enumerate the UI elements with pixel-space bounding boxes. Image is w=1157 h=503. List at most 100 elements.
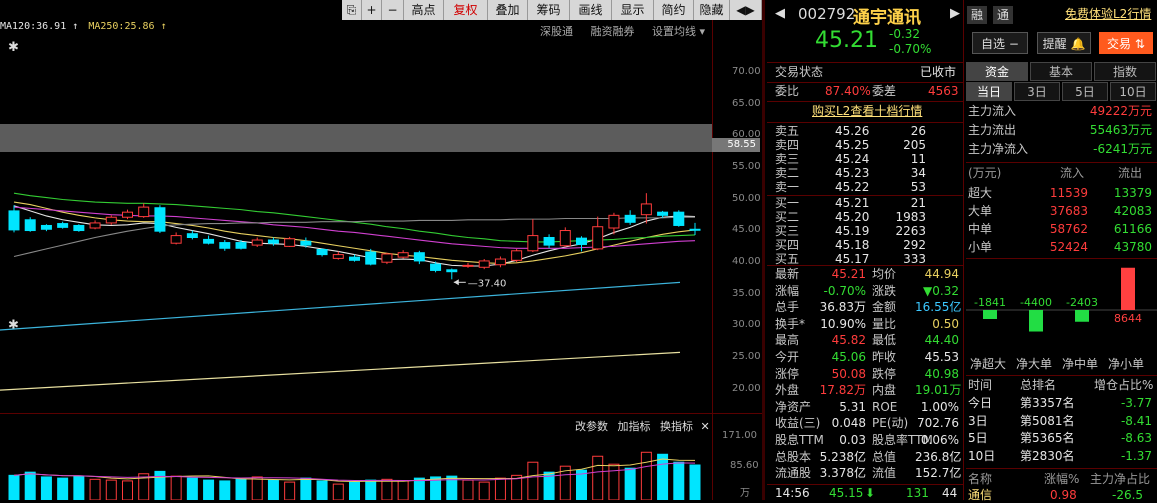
- draw-button[interactable]: 画线: [570, 0, 612, 20]
- candle[interactable]: [203, 235, 215, 245]
- l2-buy-link[interactable]: 购买L2查看十档行情: [812, 104, 922, 119]
- sector-name[interactable]: 通信: [968, 488, 992, 503]
- candle[interactable]: [689, 222, 701, 235]
- hide-button[interactable]: 隐藏: [694, 0, 730, 20]
- alert-button[interactable]: 提醒 🔔: [1037, 32, 1091, 54]
- display-button[interactable]: 显示: [612, 0, 654, 20]
- rank-period: 5日: [968, 431, 988, 445]
- panel-border: [762, 0, 765, 500]
- toolbar-spacer: [0, 0, 342, 20]
- candle[interactable]: [105, 215, 117, 225]
- copy-icon[interactable]: ⎘: [342, 0, 362, 20]
- candle-body: [24, 219, 36, 232]
- stat-value: 0.03: [839, 433, 866, 447]
- simple-button[interactable]: 简约: [654, 0, 694, 20]
- candle[interactable]: [624, 210, 636, 225]
- candle-body: [381, 253, 393, 263]
- candle[interactable]: [673, 210, 685, 227]
- candle[interactable]: [511, 248, 523, 263]
- period-tab[interactable]: 10日: [1110, 82, 1156, 101]
- volume-bar: [89, 478, 101, 500]
- link-margin[interactable]: 融资融券: [591, 25, 635, 38]
- candle[interactable]: [219, 240, 231, 251]
- candle[interactable]: [381, 252, 393, 265]
- candle-body: [592, 226, 604, 250]
- candle[interactable]: [40, 224, 52, 232]
- candlestick-chart[interactable]: —37.40: [0, 38, 712, 418]
- nav-arrows-icon[interactable]: ◀▶: [730, 0, 762, 20]
- candle[interactable]: [89, 220, 101, 230]
- candle-body: [316, 249, 328, 256]
- volume-bar: [657, 453, 669, 500]
- sector-net-ratio: -26.5: [1112, 488, 1144, 502]
- candle-body: [494, 258, 506, 266]
- candle[interactable]: [462, 262, 474, 268]
- ask-label: 卖三: [775, 152, 800, 166]
- overlay-button[interactable]: 叠加: [488, 0, 528, 20]
- candle[interactable]: [122, 209, 133, 220]
- connect-badge[interactable]: 通: [993, 6, 1013, 24]
- y-tick-label: 65.00: [732, 97, 761, 109]
- flow-value: 55463万元: [1089, 123, 1152, 137]
- free-l2-link[interactable]: 免费体验L2行情: [1065, 5, 1151, 22]
- candle-body: [462, 264, 474, 267]
- candle[interactable]: [316, 248, 328, 257]
- period-tab[interactable]: 当日: [966, 82, 1012, 101]
- margin-badge[interactable]: 融: [967, 6, 987, 24]
- candle[interactable]: [413, 250, 425, 265]
- next-stock-icon[interactable]: ▶: [950, 6, 960, 21]
- ask-label: 卖四: [775, 138, 800, 152]
- link-shengutong[interactable]: 深股通: [540, 25, 573, 38]
- candle-body: [430, 263, 442, 271]
- adjust-button[interactable]: 复权: [444, 0, 488, 20]
- trade-button[interactable]: 交易 ⇅: [1099, 32, 1153, 54]
- candle[interactable]: [8, 205, 20, 233]
- volume-chart: [8, 451, 701, 500]
- net-flow-bar: [1121, 267, 1135, 310]
- volume-bar: [40, 476, 52, 500]
- candle[interactable]: [397, 250, 409, 259]
- minus-icon[interactable]: −: [382, 0, 404, 20]
- candle[interactable]: [592, 216, 604, 251]
- candle[interactable]: [138, 203, 150, 218]
- y-tick-label: 70.00: [732, 65, 761, 77]
- weibi-value: 87.40%: [825, 84, 871, 98]
- candle[interactable]: [57, 221, 69, 229]
- candle[interactable]: [559, 227, 571, 247]
- candle[interactable]: [640, 193, 652, 224]
- stat-label: 昨收: [872, 350, 897, 364]
- dropdown-icon[interactable]: ▾: [700, 25, 706, 38]
- candle[interactable]: [24, 217, 36, 232]
- period-tab[interactable]: 3日: [1014, 82, 1060, 101]
- chip-button[interactable]: 筹码: [528, 0, 570, 20]
- candle[interactable]: [543, 234, 555, 249]
- tab-basic[interactable]: 基本: [1030, 62, 1092, 81]
- net-flow-value: -2403: [1066, 296, 1098, 309]
- plus-icon[interactable]: +: [362, 0, 382, 20]
- add-watchlist-button[interactable]: 自选 −: [972, 32, 1028, 54]
- candle[interactable]: [527, 219, 539, 253]
- ask-price: 45.23: [835, 166, 870, 180]
- candle[interactable]: [73, 224, 85, 232]
- link-ma-settings[interactable]: 设置均线: [652, 25, 696, 38]
- stat-value: 36.83万: [819, 300, 866, 315]
- candle[interactable]: [251, 237, 263, 248]
- candle[interactable]: [186, 230, 198, 240]
- net-flow-bar: [1029, 310, 1043, 332]
- tab-index[interactable]: 指数: [1094, 62, 1156, 81]
- candle[interactable]: [494, 256, 506, 268]
- candle[interactable]: [478, 259, 490, 270]
- tab-fund[interactable]: 资金: [966, 62, 1028, 81]
- candle[interactable]: [170, 232, 182, 245]
- candle[interactable]: [154, 205, 166, 234]
- candle[interactable]: [284, 236, 296, 247]
- candle[interactable]: [446, 268, 458, 280]
- stock-code: 002792: [798, 5, 856, 23]
- period-tab[interactable]: 5日: [1062, 82, 1108, 101]
- volume-bar: [57, 477, 69, 500]
- outflow-value: 61166: [1113, 222, 1152, 236]
- candle-body: [73, 224, 85, 232]
- highlight-button[interactable]: 高点: [404, 0, 444, 20]
- candle[interactable]: [576, 236, 587, 252]
- prev-stock-icon[interactable]: ◀: [775, 6, 785, 21]
